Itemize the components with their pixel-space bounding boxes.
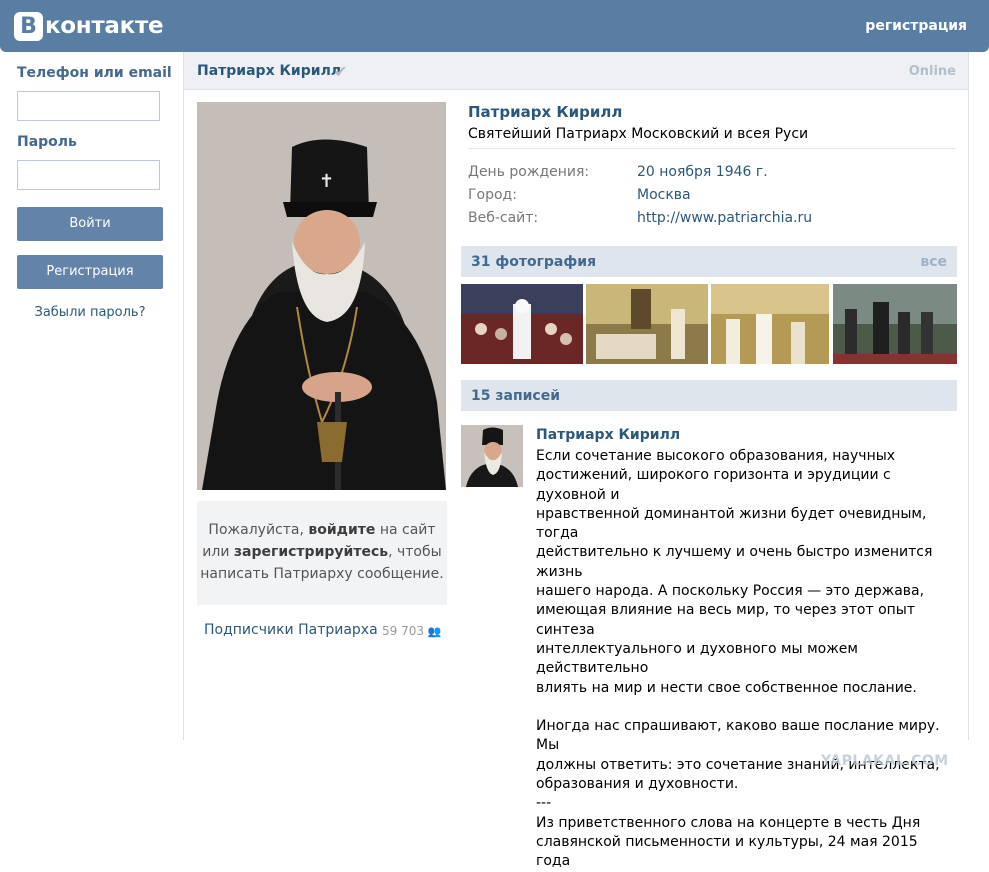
logo-text: контакте <box>45 13 164 39</box>
photo-thumbnails <box>461 284 957 364</box>
photos-all-link[interactable]: все <box>920 254 947 270</box>
avatar <box>461 425 523 487</box>
prompt-text: или <box>202 544 230 560</box>
prompt-login-link[interactable]: войдите <box>308 522 375 538</box>
photo-thumbnail[interactable] <box>586 284 708 364</box>
birthday-link[interactable]: 20 ноября 1946 г. <box>637 164 768 180</box>
post-text: Если сочетание высокого образования, нау… <box>536 448 940 870</box>
logo-letter: В <box>14 11 43 41</box>
profile-topbar: Патриарх Кирилл ✔ Online <box>184 52 968 90</box>
people-icon: 👥 <box>427 625 442 638</box>
login-sidebar: Телефон или email Пароль Войти Регистрац… <box>0 52 183 740</box>
page-title[interactable]: Патриарх Кирилл <box>197 63 341 79</box>
info-label: Город: <box>468 187 517 203</box>
profile-photo[interactable]: ✝ <box>197 102 446 490</box>
photos-section-header[interactable]: 31 фотография все <box>461 246 957 277</box>
photo-image <box>461 284 583 364</box>
verified-check-icon: ✔ <box>334 62 348 81</box>
photo-image <box>586 284 708 364</box>
prompt-text: на сайт <box>379 522 436 538</box>
prompt-register-link[interactable]: зарегистрируйтесь <box>234 544 388 560</box>
photo-thumbnail[interactable] <box>711 284 829 364</box>
vk-logo[interactable]: В контакте <box>14 11 164 41</box>
top-header: В контакте регистрация <box>0 0 989 52</box>
post-author-avatar[interactable] <box>461 425 523 487</box>
posts-section-header[interactable]: 15 записей <box>461 380 957 411</box>
subscribers-count: 59 703 👥 <box>382 624 442 638</box>
password-input[interactable] <box>17 160 160 190</box>
watermark: YAPLAKAL.COM <box>821 753 949 769</box>
subscribers-count-value: 59 703 <box>382 624 424 638</box>
prompt-text: написать Патриарху сообщение. <box>200 566 444 582</box>
profile-status: Святейший Патриарх Московский и всея Рус… <box>468 126 809 142</box>
prompt-text: , чтобы <box>388 544 442 560</box>
info-divider <box>468 148 956 149</box>
password-label: Пароль <box>17 134 77 150</box>
patriarch-portrait-image: ✝ <box>197 102 446 490</box>
phone-label: Телефон или email <box>17 65 172 81</box>
svg-text:✝: ✝ <box>319 171 334 192</box>
info-label: День рождения: <box>468 164 590 180</box>
header-register-link[interactable]: регистрация <box>865 18 967 34</box>
website-link[interactable]: http://www.patriarchia.ru <box>637 210 812 226</box>
photo-thumbnail[interactable] <box>461 284 583 364</box>
prompt-text: Пожалуйста, <box>208 522 304 538</box>
online-status: Online <box>908 64 956 79</box>
forgot-password-link[interactable]: Забыли пароль? <box>0 305 180 320</box>
profile-name: Патриарх Кирилл <box>468 103 623 121</box>
phone-email-input[interactable] <box>17 91 160 121</box>
photos-title[interactable]: 31 фотография <box>471 254 596 270</box>
photo-thumbnail[interactable] <box>833 284 957 364</box>
post-author-name[interactable]: Патриарх Кирилл <box>536 427 680 443</box>
subscribers-link[interactable]: Подписчики Патриарха <box>204 622 378 638</box>
photo-image <box>833 284 957 364</box>
profile-page: Патриарх Кирилл ✔ Online ✝ Пожалуйста, в… <box>183 52 969 869</box>
posts-title[interactable]: 15 записей <box>471 388 560 404</box>
register-button[interactable]: Регистрация <box>17 255 163 289</box>
login-prompt-box: Пожалуйста, войдите на сайт или зарегист… <box>197 501 447 605</box>
city-link[interactable]: Москва <box>637 187 691 203</box>
login-button[interactable]: Войти <box>17 207 163 241</box>
info-label: Веб-сайт: <box>468 210 539 226</box>
photo-image <box>711 284 829 364</box>
